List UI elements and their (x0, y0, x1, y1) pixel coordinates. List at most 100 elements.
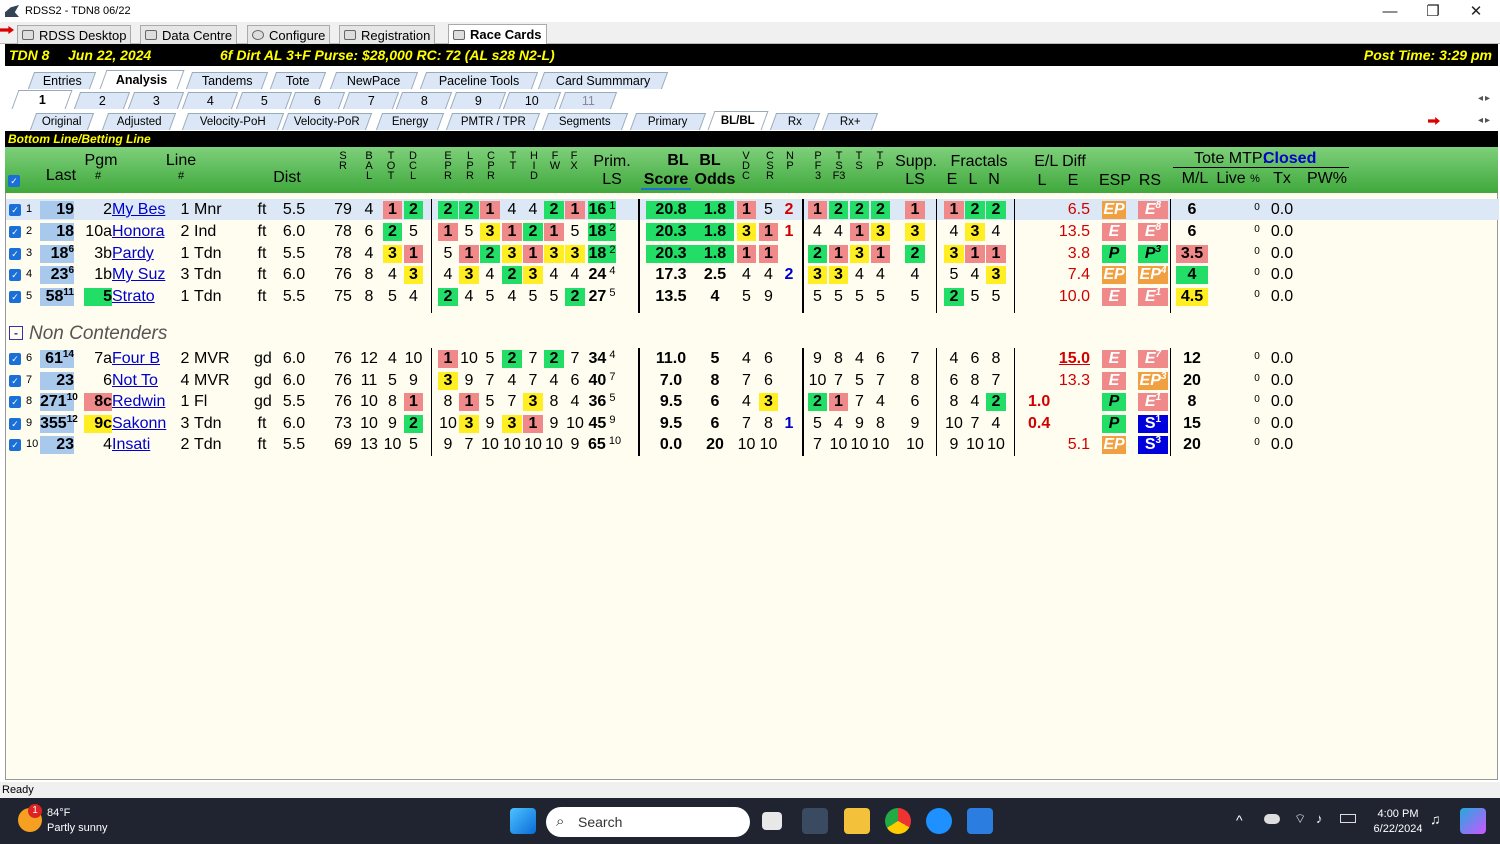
row-checkbox[interactable]: ✓ (9, 204, 21, 216)
col-score[interactable]: Score (641, 172, 691, 190)
tab-newpace[interactable]: NewPace (329, 72, 419, 89)
clock-time[interactable]: 4:00 PM (1370, 808, 1426, 820)
export-arrow-icon[interactable] (1428, 117, 1440, 125)
row-checkbox[interactable]: ✓ (9, 226, 21, 238)
close-button[interactable]: ✕ (1456, 0, 1496, 22)
cell-csr: 6 (764, 350, 773, 367)
cell-name[interactable]: Sakonn (112, 415, 172, 433)
row-checkbox[interactable]: ✓ (9, 269, 21, 281)
table-row[interactable]: ✓ 9 35512 9c Sakonn 3 Tdn ft 6.0 73 10 9 2 10 3 9 3 1 9 10 4… (6, 413, 1499, 434)
tab-race-9[interactable]: 9 (449, 92, 507, 109)
col-dcl: D C L (409, 150, 417, 182)
tab-card-summary[interactable]: Card Summmary (537, 72, 669, 89)
cell-name[interactable]: Insati (112, 436, 172, 454)
tab-primary[interactable]: Primary (629, 113, 707, 130)
row-checkbox[interactable]: ✓ (9, 439, 21, 451)
cell-name[interactable]: Pardy (112, 245, 172, 263)
cell-fn: 4 (991, 415, 1001, 432)
tab-race-6[interactable]: 6 (288, 92, 346, 109)
task-view-icon[interactable] (762, 812, 782, 830)
collapse-toggle[interactable]: - (9, 326, 23, 340)
tab-entries[interactable]: Entries (27, 72, 97, 89)
tab-rx[interactable]: Rx (769, 113, 821, 130)
taskbar-search[interactable]: ⌕ Search (546, 807, 750, 837)
row-checkbox[interactable]: ✓ (9, 291, 21, 303)
volume-icon[interactable]: ♪ (1316, 811, 1323, 826)
cell-dist: 5.5 (282, 245, 306, 262)
table-row[interactable]: ✓ 8 27110 8c Redwin 1 Fl gd 5.5 76 10 8 1 8 1 5 7 3 8 4 36 5… (6, 391, 1499, 412)
table-row[interactable]: ✓ 5 5811 5 Strato 1 Tdn ft 5.5 75 8 5 4 2 4 5 4 5 5 2 27 5 13… (6, 286, 1499, 307)
tab-tote[interactable]: Tote (269, 72, 327, 89)
tab-data-centre[interactable]: Data Centre (140, 25, 238, 44)
tab-race-1[interactable]: 1 (11, 90, 73, 109)
tab-pmtr-tpr[interactable]: PMTR / TPR (445, 113, 541, 130)
help-icon[interactable] (926, 808, 952, 834)
table-row[interactable]: ✓ 7 23 6 Not To 4 MVR gd 6.0 76 11 5 9 3 9 7 4 7 4 6 40 7 7.0… (6, 370, 1499, 391)
select-all-checkbox[interactable]: ✓ (8, 175, 20, 187)
col-ml: M/L (1181, 170, 1209, 187)
row-checkbox[interactable]: ✓ (9, 396, 21, 408)
row-checkbox[interactable]: ✓ (9, 248, 21, 260)
tab-rx-plus[interactable]: Rx+ (821, 113, 879, 130)
file-explorer-icon[interactable] (844, 808, 870, 834)
cell-rs: S3 (1138, 436, 1168, 454)
cell-name[interactable]: My Bes (112, 201, 172, 219)
tab-original[interactable]: Original (29, 113, 95, 130)
cell-name[interactable]: Four B (112, 350, 172, 368)
tab-configure[interactable]: Configure (247, 25, 331, 44)
tab-race-cards[interactable]: Race Cards (448, 24, 547, 44)
tab-velocity-por[interactable]: Velocity-PoR (281, 113, 373, 130)
tab-label: Paceline Tools (438, 74, 520, 88)
tab-scroll-arrows[interactable]: ◂▸ (1478, 115, 1492, 126)
tab-race-7[interactable]: 7 (342, 92, 400, 109)
tab-velocity-poh[interactable]: Velocity-PoH (181, 113, 285, 130)
minimize-button[interactable]: — (1370, 0, 1410, 22)
clock-date[interactable]: 6/22/2024 (1366, 823, 1430, 835)
table-row[interactable]: ✓ 3 186 3b Pardy 1 Tdn ft 5.5 78 4 3 1 5 1 2 3 1 3 3 18 2 20… (6, 243, 1499, 264)
cell-name[interactable]: My Suz (112, 266, 172, 284)
battery-icon[interactable] (1340, 814, 1356, 823)
maximize-button[interactable]: ❐ (1413, 0, 1453, 22)
row-checkbox[interactable]: ✓ (9, 375, 21, 387)
app-icon[interactable] (967, 808, 993, 834)
tab-label: RDSS Desktop (39, 27, 127, 43)
start-windows-icon[interactable] (510, 808, 536, 834)
table-row[interactable]: ✓ 4 236 1b My Suz 3 Tdn ft 6.0 76 8 4 3 4 3 4 2 3 4 4 24 4 17… (6, 264, 1499, 285)
wifi-icon[interactable]: ⌔ (1294, 811, 1306, 827)
cell-name[interactable]: Not To (112, 372, 172, 390)
chevron-up-icon[interactable]: ^ (1236, 812, 1243, 828)
cell-name[interactable]: Strato (112, 288, 172, 306)
bell-icon[interactable]: ♫ (1430, 811, 1441, 827)
tab-race-5[interactable]: 5 (235, 92, 293, 109)
tab-paceline-tools[interactable]: Paceline Tools (419, 72, 539, 89)
rdss-taskbar-icon[interactable] (802, 808, 828, 834)
tab-race-8[interactable]: 8 (395, 92, 453, 109)
table-row[interactable]: ✓ 10 23 4 Insati 2 Tdn ft 5.5 69 13 10 5 9 7 10 10 10 10 9 6… (6, 434, 1499, 455)
tab-energy[interactable]: Energy (375, 113, 445, 130)
cell-cls: MVR (194, 372, 230, 389)
tab-rdss-desktop[interactable]: RDSS Desktop (17, 25, 132, 44)
tab-segments[interactable]: Segments (541, 113, 629, 130)
row-checkbox[interactable]: ✓ (9, 418, 21, 430)
cell-hid: 1 (523, 415, 543, 433)
chrome-icon[interactable] (885, 808, 911, 834)
cloud-icon[interactable] (1264, 814, 1280, 824)
tab-registration[interactable]: Registration (339, 25, 436, 44)
cell-name[interactable]: Redwin (112, 393, 172, 411)
tab-race-4[interactable]: 4 (181, 92, 239, 109)
tab-scroll-arrows[interactable]: ◂▸ (1478, 93, 1492, 104)
row-checkbox[interactable]: ✓ (9, 353, 21, 365)
tab-tandems[interactable]: Tandems (185, 72, 269, 89)
table-row[interactable]: ✓ 1 19 2 My Bes 1 Mnr ft 5.5 79 4 1 2 2 2 1 4 4 2 1 16 1 20.8… (6, 199, 1499, 220)
copilot-icon[interactable] (1460, 808, 1486, 834)
tab-race-3[interactable]: 3 (127, 92, 185, 109)
tab-adjusted[interactable]: Adjusted (101, 113, 177, 130)
tab-analysis[interactable]: Analysis (99, 70, 185, 89)
cell-name[interactable]: Honora (112, 223, 172, 241)
tab-race-2[interactable]: 2 (73, 92, 131, 109)
table-row[interactable]: ✓ 2 18 10a Honora 2 Ind ft 6.0 78 6 2 5 1 5 3 1 2 1 5 18 2 20… (6, 221, 1499, 242)
table-row[interactable]: ✓ 6 6114 7a Four B 2 MVR gd 6.0 76 12 4 10 1 10 5 2 7 2 7 34… (6, 348, 1499, 369)
tab-bl-bl[interactable]: BL/BL (707, 111, 769, 130)
tab-race-11[interactable]: 11 (558, 92, 618, 109)
tab-race-10[interactable]: 10 (502, 92, 562, 109)
